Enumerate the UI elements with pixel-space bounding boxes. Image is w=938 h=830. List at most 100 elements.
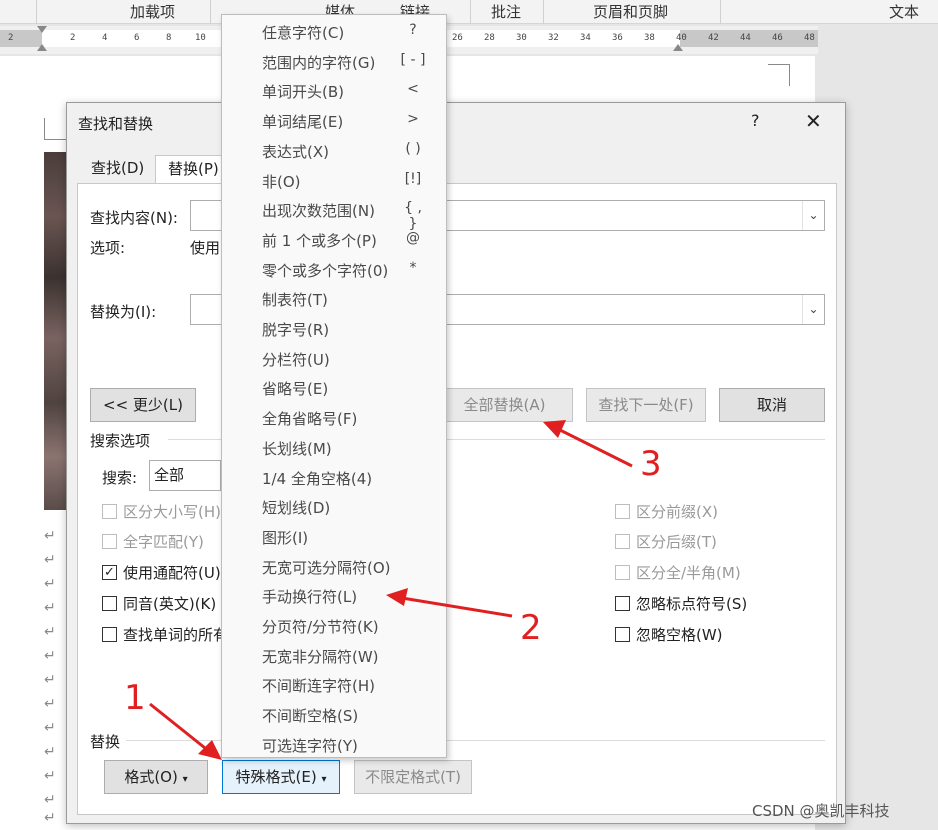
format-button-label: 格式(O) [124, 768, 178, 786]
menu-item[interactable]: 零个或多个字符(0) * [222, 255, 446, 285]
first-line-indent-marker[interactable] [37, 26, 47, 33]
menu-item[interactable]: 出现次数范围(N){ , } [222, 195, 446, 232]
paragraph-mark: ↵ [44, 810, 56, 826]
ruler-number: 48 [804, 33, 815, 43]
right-indent-marker[interactable] [673, 44, 683, 51]
menu-item-label: 长划线(M) [262, 439, 332, 458]
special-format-button[interactable]: 特殊格式(E) ▾ [222, 760, 340, 794]
menu-item[interactable]: 不间断空格(S) [222, 700, 446, 730]
paragraph-mark: ↵ [44, 624, 56, 640]
ruler-number: 38 [644, 33, 655, 43]
paragraph-mark: ↵ [44, 528, 56, 544]
help-button[interactable]: ? [751, 111, 760, 130]
menu-item[interactable]: 任意字符(C)? [222, 17, 446, 47]
menu-item[interactable]: 脱字号(R) [222, 314, 446, 344]
menu-item[interactable]: 短划线(D) [222, 492, 446, 522]
close-button[interactable]: ✕ [805, 109, 822, 133]
format-button[interactable]: 格式(O) ▾ [104, 760, 208, 794]
menu-item-label: 手动换行符(L) [262, 588, 358, 607]
replace-all-button[interactable]: 全部替换(A) [436, 388, 573, 422]
menu-item[interactable]: 省略号(E) [222, 373, 446, 403]
menu-item-label: 图形(I) [262, 528, 309, 547]
ruler-number: 8 [166, 33, 172, 43]
checkbox-label: 区分后缀(T) [636, 533, 717, 551]
ribbon-tab-text[interactable]: 文本 [870, 0, 938, 24]
checkbox-label: 区分大小写(H) [123, 503, 221, 521]
match-case-checkbox[interactable]: 区分大小写(H) [102, 501, 221, 522]
menu-item[interactable]: 全角省略号(F) [222, 403, 446, 433]
annotation-number-1: 1 [124, 678, 146, 718]
match-prefix-checkbox[interactable]: 区分前缀(X) [615, 501, 718, 522]
replace-group-label: 替换 [90, 733, 121, 751]
ruler-number: 30 [516, 33, 527, 43]
menu-item[interactable]: 无宽非分隔符(W) [222, 641, 446, 671]
ruler-number: 44 [740, 33, 751, 43]
ruler-number: 10 [195, 33, 206, 43]
menu-item[interactable]: 制表符(T) [222, 284, 446, 314]
chevron-down-icon[interactable]: ⌄ [802, 295, 824, 324]
ruler-margin-left [0, 30, 42, 47]
checkbox-box [615, 596, 630, 611]
paragraph-mark: ↵ [44, 744, 56, 760]
menu-item-label: 前 1 个或多个(P) [262, 231, 377, 250]
menu-item[interactable]: 分栏符(U) [222, 344, 446, 374]
less-button[interactable]: << 更少(L) [90, 388, 196, 422]
checkbox-label: 忽略标点符号(S) [636, 595, 748, 613]
find-next-button[interactable]: 查找下一处(F) [586, 388, 706, 422]
annotation-number-2: 2 [520, 608, 542, 648]
menu-item[interactable]: 长划线(M) [222, 433, 446, 463]
menu-item[interactable]: 1/4 全角空格(4) [222, 463, 446, 493]
all-word-forms-checkbox[interactable]: 查找单词的所有 [102, 624, 228, 645]
menu-item[interactable]: 单词开头(B) < [222, 76, 446, 106]
match-suffix-checkbox[interactable]: 区分后缀(T) [615, 531, 717, 552]
paragraph-mark: ↵ [44, 768, 56, 784]
ignore-space-checkbox[interactable]: 忽略空格(W) [615, 624, 723, 645]
menu-item-label: 1/4 全角空格(4) [262, 469, 373, 488]
menu-item[interactable]: 前 1 个或多个(P) @ [222, 225, 446, 255]
menu-item-label: 不间断空格(S) [262, 707, 359, 726]
menu-item-shortcut: @ [406, 229, 420, 246]
ruler-number: 2 [70, 33, 76, 43]
ignore-punctuation-checkbox[interactable]: 忽略标点符号(S) [615, 593, 747, 614]
menu-item-shortcut: * [409, 259, 417, 276]
search-direction-select[interactable]: 全部 [149, 460, 221, 491]
menu-item[interactable]: 无宽可选分隔符(O) [222, 552, 446, 582]
menu-item[interactable]: 图形(I) [222, 522, 446, 552]
ruler-number: 6 [134, 33, 140, 43]
ribbon-tab-header-footer[interactable]: 页眉和页脚 [543, 0, 718, 24]
menu-item[interactable]: 可选连字符(Y) [222, 730, 446, 760]
menu-item[interactable]: 手动换行符(L) [222, 581, 446, 611]
ruler-number: 2 [8, 33, 14, 43]
ruler-number: 40 [676, 33, 687, 43]
ribbon-tab-comments[interactable]: 批注 [470, 0, 542, 24]
tab-find[interactable]: 查找(D) [79, 155, 156, 183]
no-formatting-button[interactable]: 不限定格式(T) [354, 760, 472, 794]
special-format-button-label: 特殊格式(E) [235, 768, 317, 786]
match-width-checkbox[interactable]: 区分全/半角(M) [615, 562, 741, 583]
cancel-button[interactable]: 取消 [719, 388, 825, 422]
menu-item[interactable]: 分页符/分节符(K) [222, 611, 446, 641]
menu-item[interactable]: 表达式(X) ( ) [222, 136, 446, 166]
paragraph-mark: ↵ [44, 696, 56, 712]
menu-item[interactable]: 单词结尾(E) > [222, 106, 446, 136]
checkbox-box [615, 627, 630, 642]
whole-word-checkbox[interactable]: 全字匹配(Y) [102, 531, 204, 552]
sounds-like-checkbox[interactable]: 同音(英文)(K) [102, 593, 216, 614]
ribbon-tab-addins[interactable]: 加载项 [95, 0, 210, 24]
chevron-down-icon[interactable]: ⌄ [802, 201, 824, 230]
wildcards-checkbox[interactable]: ✓ 使用通配符(U) [102, 562, 221, 583]
paragraph-mark: ↵ [44, 792, 56, 808]
menu-item-shortcut: > [407, 111, 419, 128]
hanging-indent-marker[interactable] [37, 44, 47, 51]
menu-item-label: 分栏符(U) [262, 350, 330, 369]
annotation-number-3: 3 [640, 444, 662, 484]
menu-item[interactable]: 范围内的字符(G) [ - ] [222, 47, 446, 77]
search-options-group-label: 搜索选项 [90, 432, 151, 450]
ribbon-separator [210, 0, 211, 24]
paragraph-mark: ↵ [44, 672, 56, 688]
margin-corner-mark [768, 64, 790, 86]
menu-item-label: 无宽非分隔符(W) [262, 647, 379, 666]
checkbox-label: 查找单词的所有 [123, 626, 229, 644]
menu-item[interactable]: 非(O) [!] [222, 166, 446, 196]
menu-item[interactable]: 不间断连字符(H) [222, 670, 446, 700]
